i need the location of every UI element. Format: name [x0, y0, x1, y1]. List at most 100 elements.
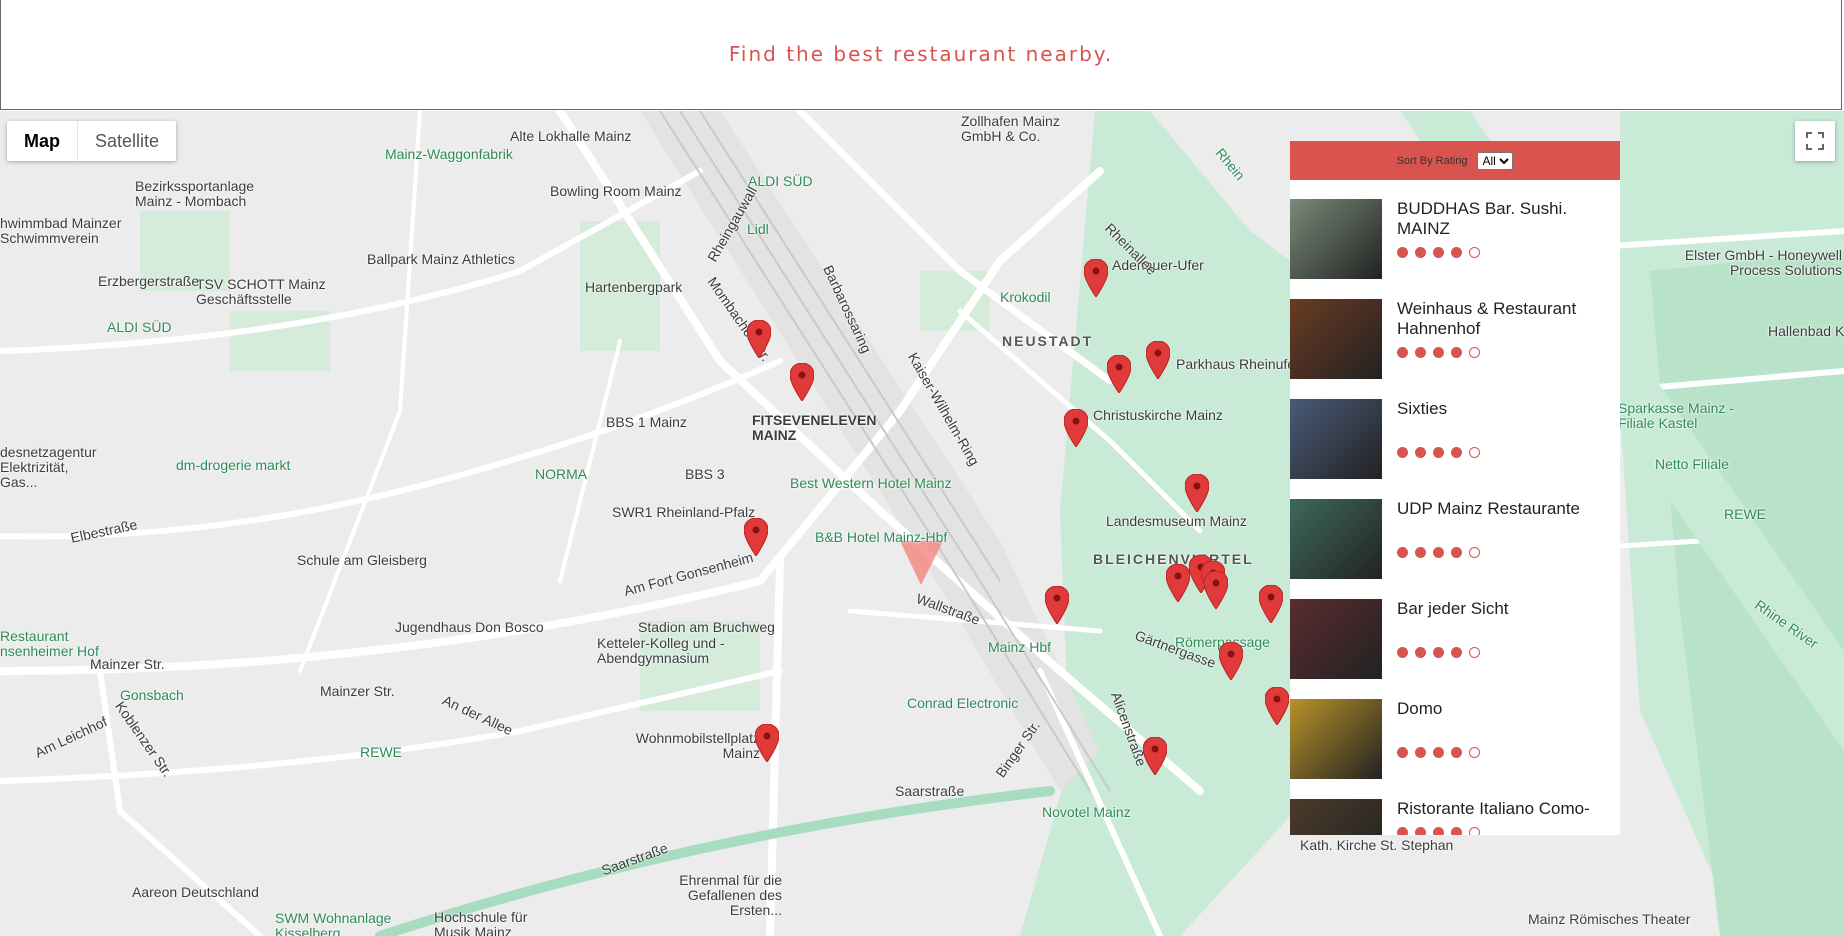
rating-dot-empty: [1469, 747, 1480, 758]
map-label[interactable]: Ketteler-Kolleg und -Abendgymnasium: [597, 636, 727, 666]
restaurant-photo: [1290, 299, 1382, 379]
map-label[interactable]: Restaurant nsenheimer Hof: [0, 629, 110, 659]
map-label[interactable]: desnetzagentur Elektrizität, Gas...: [0, 445, 105, 490]
map-label: NEUSTADT: [1002, 333, 1094, 349]
fullscreen-button[interactable]: [1795, 121, 1835, 161]
map-label[interactable]: Mainz-Waggonfabrik: [385, 146, 513, 162]
map-label[interactable]: Alte Lokhalle Mainz: [510, 128, 631, 144]
map-label[interactable]: Hallenbad K: [1768, 323, 1844, 339]
map-label[interactable]: Aareon Deutschland: [132, 884, 259, 900]
map-label[interactable]: Landesmuseum Mainz: [1106, 513, 1247, 529]
map-label[interactable]: Zollhafen Mainz GmbH & Co.: [961, 114, 1101, 144]
map-type-map-button[interactable]: Map: [7, 121, 78, 161]
restaurant-marker-icon[interactable]: [1146, 341, 1170, 379]
restaurant-name[interactable]: Bar jeder Sicht: [1397, 599, 1612, 639]
map-label[interactable]: ALDI SÜD: [748, 173, 813, 189]
map-label[interactable]: SWM Wohnanlage Kisselberg: [275, 911, 395, 936]
map-label[interactable]: Netto Filiale: [1655, 456, 1729, 472]
map-label[interactable]: Elster GmbH - Honeywell Process Solution…: [1662, 248, 1842, 278]
restaurant-name[interactable]: BUDDHAS Bar. Sushi. MAINZ: [1397, 199, 1612, 239]
restaurant-name[interactable]: Weinhaus & Restaurant Hahnenhof: [1397, 299, 1612, 339]
map-label[interactable]: SWR1 Rheinland-Pfalz: [612, 504, 755, 520]
rating-dot-filled: [1433, 347, 1444, 358]
sort-label: Sort By Rating: [1396, 154, 1468, 167]
restaurant-marker-icon[interactable]: [1265, 687, 1289, 725]
map-label[interactable]: Bezirkssportanlage Mainz - Mombach: [135, 179, 275, 209]
map-label[interactable]: REWE: [360, 744, 402, 760]
list-item[interactable]: Ristorante Italiano Como-: [1290, 799, 1620, 835]
restaurant-name[interactable]: Sixties: [1397, 399, 1612, 439]
map-label[interactable]: TSV SCHOTT Mainz Geschäftsstelle: [196, 277, 326, 307]
map-label[interactable]: Conrad Electronic: [907, 695, 1018, 711]
map-label[interactable]: ALDI SÜD: [107, 319, 172, 335]
list-item[interactable]: UDP Mainz Restaurante: [1290, 499, 1620, 599]
map-label[interactable]: Novotel Mainz: [1042, 804, 1131, 820]
map-label[interactable]: Hochschule für Musik Mainz: [434, 910, 564, 936]
map-label[interactable]: Christuskirche Mainz: [1093, 407, 1223, 423]
restaurant-marker-icon[interactable]: [1219, 642, 1243, 680]
map-label[interactable]: dm-drogerie markt: [176, 457, 290, 473]
map-label[interactable]: Krokodil: [1000, 289, 1051, 305]
restaurant-marker-icon[interactable]: [755, 724, 779, 762]
list-item[interactable]: Weinhaus & Restaurant Hahnenhof: [1290, 299, 1620, 399]
rating-dots: [1397, 547, 1612, 558]
rating-dots: [1397, 347, 1612, 358]
list-item[interactable]: Domo: [1290, 699, 1620, 799]
map-label[interactable]: Jugendhaus Don Bosco: [395, 619, 544, 635]
restaurant-photo: [1290, 799, 1382, 835]
restaurant-marker-icon[interactable]: [744, 518, 768, 556]
map-label[interactable]: B&B Hotel Mainz-Hbf: [815, 529, 947, 545]
restaurant-marker-icon[interactable]: [790, 363, 814, 401]
restaurant-marker-icon[interactable]: [747, 320, 771, 358]
map-label[interactable]: NORMA: [535, 466, 587, 482]
map-label[interactable]: Parkhaus Rheinufer: [1176, 356, 1300, 372]
map-label[interactable]: Wohnmobilstellplatz Mainz: [630, 731, 760, 761]
map-label[interactable]: REWE: [1724, 506, 1766, 522]
map-label[interactable]: Best Western Hotel Mainz: [790, 475, 952, 491]
list-item[interactable]: Bar jeder Sicht: [1290, 599, 1620, 699]
restaurant-list[interactable]: BUDDHAS Bar. Sushi. MAINZ Weinhaus & Res…: [1290, 180, 1620, 835]
restaurant-marker-icon[interactable]: [1084, 259, 1108, 297]
restaurant-marker-icon[interactable]: [1259, 585, 1283, 623]
rating-dots: [1397, 747, 1612, 758]
map-label[interactable]: BBS 3: [685, 466, 725, 482]
map-label[interactable]: Ballpark Mainz Athletics: [367, 251, 515, 267]
rating-dot-empty: [1469, 547, 1480, 558]
rating-dot-filled: [1397, 827, 1408, 835]
restaurant-marker-icon[interactable]: [1045, 586, 1069, 624]
map-label[interactable]: Lidl: [747, 221, 769, 237]
map-label[interactable]: Bowling Room Mainz: [550, 183, 682, 199]
map-label[interactable]: hwimmbad Mainzer Schwimmverein: [0, 216, 130, 246]
restaurant-marker-icon[interactable]: [1185, 474, 1209, 512]
restaurant-name[interactable]: Ristorante Italiano Como-: [1397, 799, 1612, 819]
rating-dot-filled: [1451, 547, 1462, 558]
map-label: Erzbergerstraße: [98, 273, 200, 289]
restaurant-marker-icon[interactable]: [1107, 355, 1131, 393]
list-item[interactable]: Sixties: [1290, 399, 1620, 499]
sort-select[interactable]: All: [1477, 151, 1514, 170]
list-item[interactable]: BUDDHAS Bar. Sushi. MAINZ: [1290, 199, 1620, 299]
restaurant-name[interactable]: UDP Mainz Restaurante: [1397, 499, 1612, 539]
map-label[interactable]: Mainz Römisches Theater: [1528, 911, 1690, 927]
restaurant-marker-icon[interactable]: [1204, 571, 1228, 609]
map-label[interactable]: FITSEVENELEVEN MAINZ: [752, 413, 876, 443]
rating-dot-filled: [1451, 647, 1462, 658]
map-label[interactable]: Ehrenmal für die Gefallenen des Ersten..…: [662, 873, 782, 918]
map-label[interactable]: Hartenbergpark: [585, 279, 682, 295]
rating-dot-filled: [1433, 547, 1444, 558]
map-label[interactable]: BBS 1 Mainz: [606, 414, 687, 430]
map-label[interactable]: Mainz Hbf: [988, 639, 1051, 655]
map-label[interactable]: Schule am Gleisberg: [297, 552, 427, 568]
map-label[interactable]: Kath. Kirche St. Stephan: [1300, 837, 1453, 853]
restaurant-marker-icon[interactable]: [1064, 409, 1088, 447]
restaurant-marker-icon[interactable]: [1166, 564, 1190, 602]
rating-dot-filled: [1397, 747, 1408, 758]
restaurant-marker-icon[interactable]: [1143, 737, 1167, 775]
rating-dot-filled: [1433, 747, 1444, 758]
map-type-satellite-button[interactable]: Satellite: [78, 121, 176, 161]
restaurant-name[interactable]: Domo: [1397, 699, 1612, 739]
map-label[interactable]: Sparkasse Mainz - Filiale Kastel: [1618, 401, 1748, 431]
map-label[interactable]: Stadion am Bruchweg: [638, 619, 775, 635]
rating-dot-filled: [1451, 827, 1462, 835]
rating-dot-filled: [1415, 747, 1426, 758]
